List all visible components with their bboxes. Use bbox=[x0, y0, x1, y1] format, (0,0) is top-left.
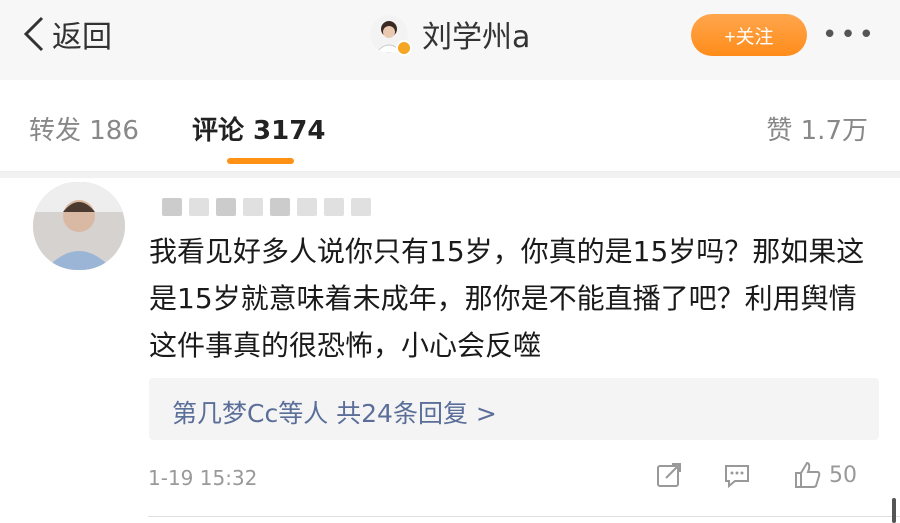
author-info[interactable]: 刘学州a bbox=[370, 12, 530, 56]
commenter-avatar[interactable] bbox=[33, 182, 125, 270]
tab-forward[interactable]: 转发 186 bbox=[29, 110, 139, 147]
author-name[interactable]: 刘学州a bbox=[422, 12, 530, 56]
tab-comment[interactable]: 评论 3174 bbox=[192, 110, 325, 147]
tab-like[interactable]: 赞 1.7万 bbox=[766, 110, 868, 147]
top-bar: 返回 刘学州a +关注 ••• bbox=[0, 0, 900, 80]
comment-timestamp: 1-19 15:32 bbox=[148, 466, 258, 490]
back-label: 返回 bbox=[52, 20, 112, 55]
replies-summary[interactable]: 第几梦Cc等人 共24条回复 > bbox=[149, 378, 879, 440]
follow-button[interactable]: +关注 bbox=[691, 14, 807, 56]
commenter-username-redacted[interactable] bbox=[162, 198, 371, 216]
reply-icon[interactable] bbox=[722, 460, 752, 494]
scrollbar[interactable] bbox=[892, 498, 896, 523]
back-chevron-icon bbox=[23, 16, 44, 52]
more-menu-icon[interactable]: ••• bbox=[822, 20, 877, 50]
back-button[interactable]: 返回 bbox=[22, 12, 112, 56]
verified-badge-icon bbox=[396, 40, 412, 56]
like-button[interactable]: 50 bbox=[793, 460, 857, 490]
like-icon bbox=[795, 461, 821, 488]
feed-tabs: 转发 186 评论 3174 赞 1.7万 bbox=[0, 80, 900, 172]
comment-text: 我看见好多人说你只有15岁，你真的是15岁吗？那如果这是15岁就意味着未成年，那… bbox=[149, 235, 865, 362]
divider bbox=[0, 172, 900, 178]
like-count: 50 bbox=[829, 462, 857, 488]
active-tab-indicator bbox=[227, 158, 294, 164]
divider bbox=[148, 516, 900, 517]
share-icon[interactable] bbox=[654, 460, 684, 494]
replies-summary-link[interactable]: 第几梦Cc等人 共24条回复 > bbox=[172, 394, 497, 430]
